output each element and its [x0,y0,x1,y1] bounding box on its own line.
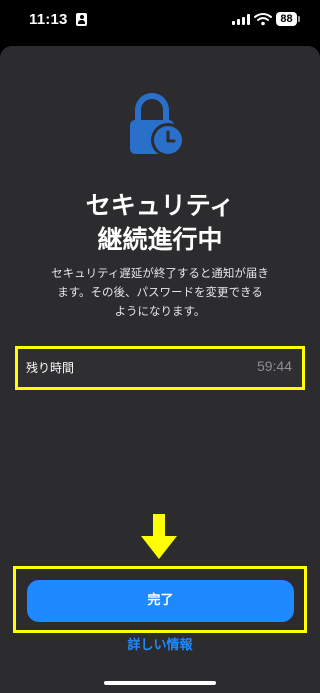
description-line1: セキュリティ遅延が終了すると通知が届き [51,266,269,280]
status-bar: 11:13 88 [0,0,320,40]
page-title-line1: セキュリティ [85,191,235,220]
down-arrow-annotation [141,514,177,559]
battery-tip [298,16,300,22]
highlight-done-box [13,566,307,633]
person-badge-icon [76,13,87,26]
home-indicator [104,681,216,685]
status-time: 11:13 [29,11,68,28]
more-info-link[interactable]: 詳しい情報 [0,634,320,653]
description-line2: ます。その後、パスワードを変更できる [57,285,263,299]
highlight-remaining-box [15,346,305,390]
page-title-line2: 継続進行中 [97,225,223,254]
description-line3: ようになります。 [114,304,206,318]
wifi-icon [254,13,272,26]
lock-clock-icon [130,93,185,157]
battery-icon: 88 [276,12,297,26]
cellular-signal-icon [232,14,250,25]
